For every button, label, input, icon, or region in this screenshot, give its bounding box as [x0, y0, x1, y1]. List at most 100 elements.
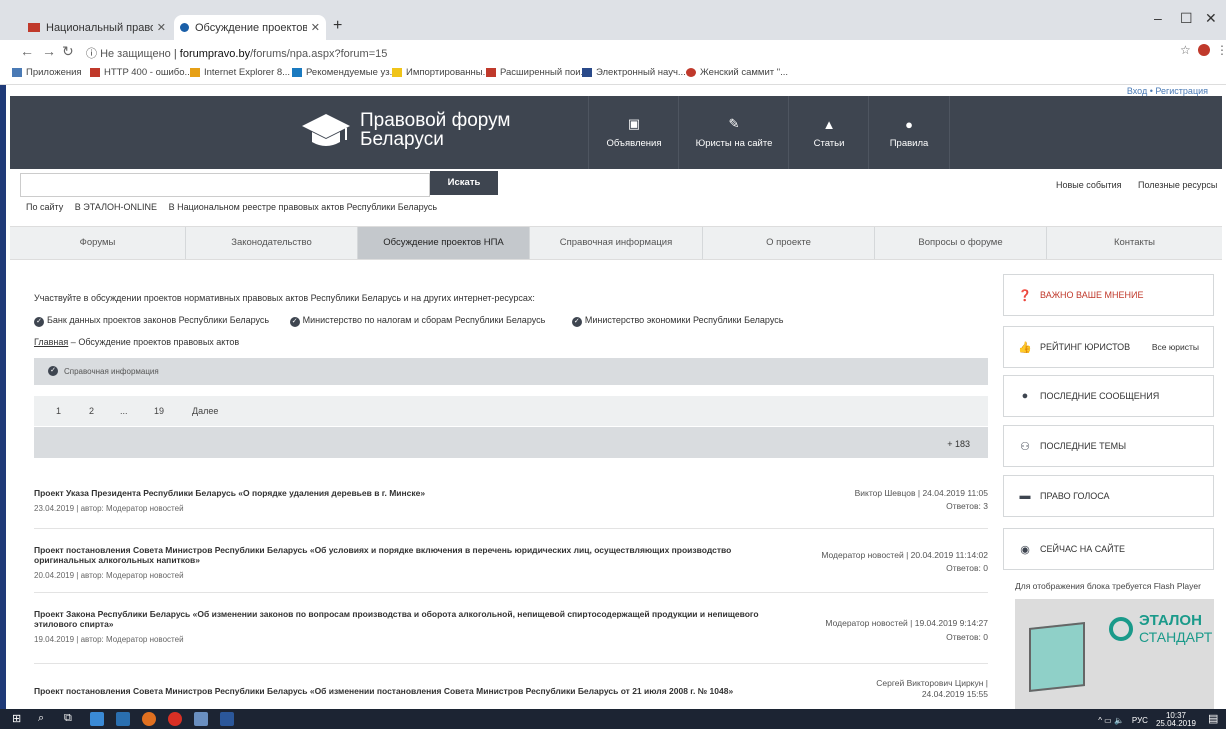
url-field[interactable]: ⓘ Не защищено | forumpravo.by/forums/npa…	[86, 45, 387, 61]
topic-last-post[interactable]: Модератор новостей | 20.04.2019 11:14:02	[821, 550, 988, 561]
file-explorer-icon[interactable]	[90, 712, 104, 726]
logo-text-line2: Беларуси	[360, 129, 444, 150]
sidebar-your-opinion[interactable]: ❓ ВАЖНО ВАШЕ МНЕНИЕ	[1003, 274, 1214, 316]
menu-dots-icon[interactable]: ⋮	[1216, 43, 1226, 57]
menu-reference[interactable]: Справочная информация	[529, 227, 702, 259]
bookmark-item[interactable]: HTTP 400 - ошибо...	[90, 67, 192, 78]
minimize-icon[interactable]: –	[1154, 10, 1162, 26]
subsection-link[interactable]: Справочная информация	[64, 367, 159, 376]
site-logo[interactable]: Правовой форум Беларуси	[300, 110, 510, 150]
source-link[interactable]: ✓ Министерство экономики Республики Белар…	[571, 315, 783, 327]
bookmark-item[interactable]: Internet Explorer 8...	[190, 67, 290, 78]
topic-title-link[interactable]: Проект Указа Президента Республики Белар…	[34, 488, 425, 498]
search-button[interactable]: Искать	[430, 171, 498, 195]
reload-icon[interactable]: ↻	[62, 43, 74, 60]
tray-icons[interactable]: ^ ▭ 🔈	[1098, 716, 1124, 725]
menu-forums[interactable]: Форумы	[10, 227, 185, 259]
search-scope-etalon[interactable]: В ЭТАЛОН-ONLINE	[75, 202, 157, 212]
maximize-icon[interactable]: ☐	[1180, 10, 1193, 27]
bookmark-item[interactable]: Рекомендуемые уз...	[292, 67, 398, 78]
chrome-icon[interactable]	[168, 712, 182, 726]
profile-avatar[interactable]	[1198, 44, 1210, 56]
bookmark-icon	[90, 68, 100, 77]
browser-tab-2[interactable]: Обсуждение проектов правов ✕	[174, 15, 326, 40]
menu-legislation[interactable]: Законодательство	[185, 227, 357, 259]
url-security: Не защищено	[100, 48, 171, 60]
new-events-link[interactable]: Новые события	[1056, 180, 1122, 190]
menu-contacts[interactable]: Контакты	[1046, 227, 1222, 259]
menu-faq[interactable]: Вопросы о форуме	[874, 227, 1046, 259]
bookmark-icon	[190, 68, 200, 77]
menu-about[interactable]: О проекте	[702, 227, 874, 259]
bookmark-apps[interactable]: Приложения	[12, 67, 82, 78]
page-link[interactable]: 2	[89, 406, 94, 416]
forward-icon[interactable]: →	[42, 43, 56, 59]
site-header: Правовой форум Беларуси ▣ Объявления ✎ Ю…	[10, 96, 1222, 169]
breadcrumb-home-link[interactable]: Главная	[34, 337, 68, 347]
source-link[interactable]: ✓ Банк данных проектов законов Республики…	[34, 315, 269, 327]
source-link[interactable]: ✓ Министерство по налогам и сборам Респуб…	[289, 315, 545, 327]
thumbs-up-icon: 👍	[1018, 341, 1032, 354]
bookmark-icon	[292, 68, 302, 77]
topic-last-post[interactable]: Сергей Викторович Циркун | 24.04.2019 15…	[868, 678, 988, 700]
task-view-icon[interactable]: ⧉	[64, 712, 78, 726]
app-icon[interactable]	[116, 712, 130, 726]
subsection-bar: ✓ Справочная информация	[34, 358, 988, 385]
page-link[interactable]: 1	[56, 406, 61, 416]
back-icon[interactable]: ←	[20, 43, 34, 59]
topic-last-post[interactable]: Модератор новостей | 19.04.2019 9:14:27	[825, 618, 988, 629]
bookmark-item[interactable]: Женский саммит "...	[686, 67, 788, 78]
nav-announcements[interactable]: ▣ Объявления	[588, 96, 679, 169]
menu-npa-discussion[interactable]: Обсуждение проектов НПА	[357, 227, 529, 259]
nav-lawyers-online[interactable]: ✎ Юристы на сайте	[678, 96, 789, 169]
tab-close-icon[interactable]: ✕	[157, 21, 166, 34]
sidebar-online-now[interactable]: ◉ СЕЙЧАС НА САЙТЕ	[1003, 528, 1214, 570]
topic-row: Проект постановления Совета Министров Ре…	[34, 664, 988, 709]
sidebar-latest-topics[interactable]: ⚇ ПОСЛЕДНИЕ ТЕМЫ	[1003, 425, 1214, 467]
topic-title-link[interactable]: Проект постановления Совета Министров Ре…	[34, 686, 733, 696]
search-scope-site[interactable]: По сайту	[26, 202, 63, 212]
nav-rules[interactable]: ● Правила	[868, 96, 950, 169]
bookmark-item[interactable]: Импортированны...	[392, 67, 491, 78]
check-icon: ✓	[48, 366, 58, 376]
window-close-icon[interactable]: ✕	[1205, 10, 1217, 27]
etalon-ring-icon	[1109, 617, 1133, 641]
bookmark-star-icon[interactable]: ☆	[1180, 43, 1191, 57]
search-icon[interactable]: ⌕	[38, 712, 52, 726]
useful-resources-link[interactable]: Полезные ресурсы	[1138, 180, 1217, 190]
folder-icon	[392, 68, 402, 77]
windows-start-icon[interactable]: ⊞	[12, 712, 26, 726]
search-scope-registry[interactable]: В Национальном реестре правовых актов Ре…	[169, 202, 438, 212]
bookmark-item[interactable]: Расширенный пои...	[486, 67, 588, 78]
bookmarks-bar: Приложения HTTP 400 - ошибо... Internet …	[0, 62, 1226, 85]
sidebar-latest-messages[interactable]: ● ПОСЛЕДНИЕ СООБЩЕНИЯ	[1003, 375, 1214, 417]
notifications-icon[interactable]: ▤	[1208, 712, 1222, 726]
bookmark-item[interactable]: Электронный науч...	[582, 67, 686, 78]
clock[interactable]: 10:37 25.04.2019	[1156, 712, 1196, 728]
topic-title-link[interactable]: Проект Закона Республики Беларусь «Об из…	[34, 609, 794, 629]
tab-close-icon[interactable]: ✕	[311, 21, 320, 34]
app-icon[interactable]	[194, 712, 208, 726]
topic-title-link[interactable]: Проект постановления Совета Министров Ре…	[34, 545, 794, 565]
url-domain: forumpravo.by	[179, 48, 251, 60]
new-tab-icon[interactable]: +	[333, 17, 342, 35]
language-indicator[interactable]: РУС	[1132, 716, 1148, 725]
bookmark-label: Электронный науч...	[596, 67, 686, 78]
topic-row: Проект постановления Совета Министров Ре…	[34, 529, 988, 593]
graduation-cap-icon	[302, 114, 350, 146]
sidebar-right-to-vote[interactable]: ▬ ПРАВО ГОЛОСА	[1003, 475, 1214, 517]
browser-tab-1[interactable]: Национальный правовой Инте ✕	[22, 15, 172, 40]
topic-last-post[interactable]: Виктор Шевцов | 24.04.2019 11:05	[855, 488, 988, 499]
topics-count-bar: + 183	[34, 427, 988, 458]
people-icon: ⚇	[1020, 440, 1030, 453]
login-register-links[interactable]: Вход • Регистрация	[1127, 86, 1208, 96]
etalon-ad-banner[interactable]: ЭТАЛОН СТАНДАРТ	[1015, 599, 1214, 709]
sidebar-lawyer-rating[interactable]: 👍 РЕЙТИНГ ЮРИСТОВ Все юристы	[1003, 326, 1214, 368]
next-page-link[interactable]: Далее	[192, 406, 218, 416]
nav-articles[interactable]: ▲ Статьи	[788, 96, 869, 169]
word-icon[interactable]	[220, 712, 234, 726]
all-lawyers-link[interactable]: Все юристы	[1152, 342, 1199, 352]
page-link[interactable]: 19	[154, 406, 164, 416]
firefox-icon[interactable]	[142, 712, 156, 726]
search-input[interactable]	[20, 173, 430, 197]
